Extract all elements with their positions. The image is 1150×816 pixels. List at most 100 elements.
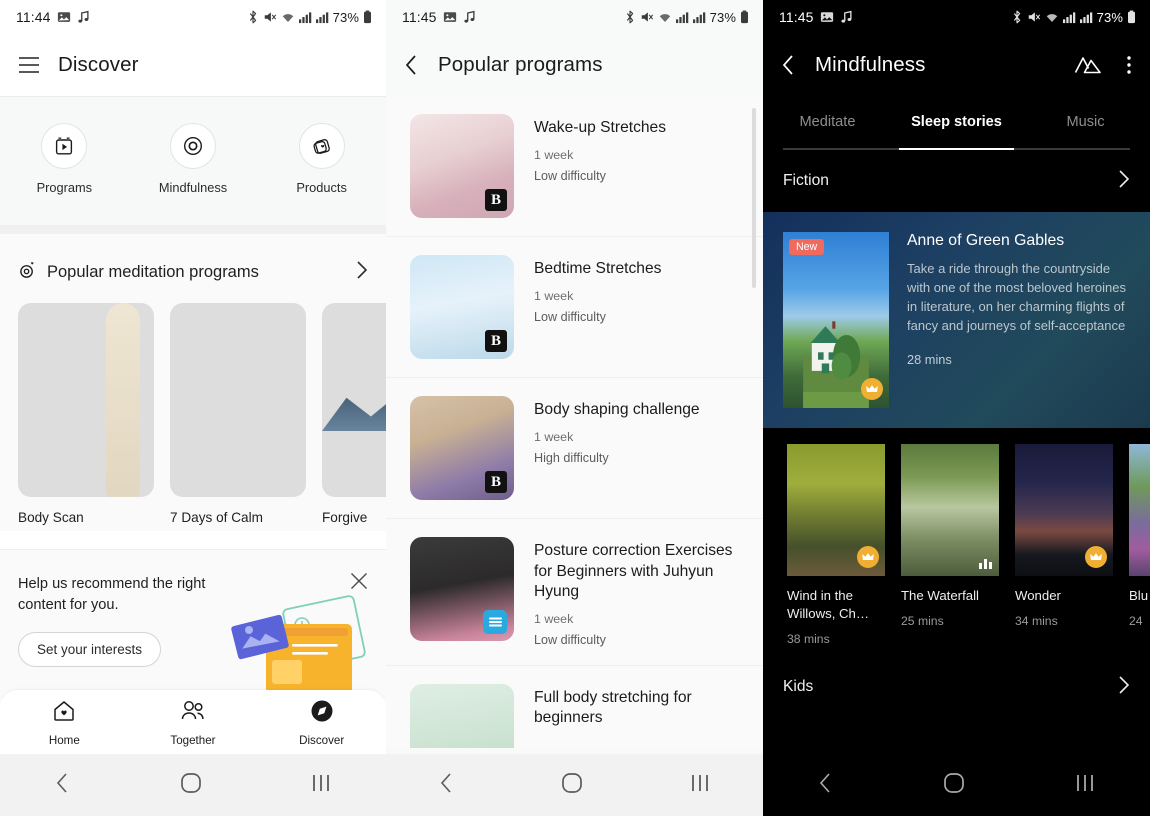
app-bar-mindfulness: Mindfulness bbox=[763, 34, 1150, 96]
screenshot-root: 11:44 73% Discover Programs Mindfulness … bbox=[0, 0, 1150, 816]
chevron-right-icon[interactable] bbox=[1117, 169, 1130, 194]
scrollbar[interactable] bbox=[752, 108, 756, 288]
featured-duration: 28 mins bbox=[907, 351, 952, 367]
section-divider bbox=[0, 225, 386, 234]
program-card[interactable]: 7 Days of Calm bbox=[170, 303, 306, 525]
quick-nav-row: Programs Mindfulness Products bbox=[0, 96, 386, 225]
page-title: Popular programs bbox=[438, 53, 603, 76]
story-grid[interactable]: Wind in the Willows, Ch… 38 mins The Wat… bbox=[763, 428, 1150, 656]
chevron-right-icon[interactable] bbox=[1117, 675, 1130, 700]
crown-icon bbox=[861, 378, 883, 400]
program-list-item[interactable]: Posture correction Exercises for Beginne… bbox=[386, 519, 763, 666]
story-card[interactable]: The Waterfall 25 mins bbox=[901, 444, 999, 646]
story-duration: 24 bbox=[1129, 614, 1143, 629]
program-card[interactable]: Body Scan bbox=[18, 303, 154, 525]
program-list-item[interactable]: Full body stretching for beginners bbox=[386, 666, 763, 748]
bottomnav-item-discover[interactable]: Discover bbox=[272, 698, 372, 747]
banner-illustration bbox=[231, 595, 366, 694]
programs-list[interactable]: B Wake-up Stretches 1 week Low difficult… bbox=[386, 96, 763, 748]
story-card[interactable]: Blu 24 bbox=[1129, 444, 1150, 646]
recents-icon[interactable] bbox=[1075, 772, 1095, 799]
mute-icon bbox=[640, 10, 654, 24]
quicknav-label: Mindfulness bbox=[158, 180, 228, 195]
program-title: Bedtime Stretches bbox=[534, 260, 662, 277]
list-thumbnail bbox=[410, 683, 514, 748]
story-title: The Waterfall bbox=[901, 588, 979, 603]
tab-music[interactable]: Music bbox=[1021, 96, 1150, 148]
video-program-icon bbox=[41, 123, 88, 169]
home-circle-icon[interactable] bbox=[561, 772, 583, 799]
image-icon bbox=[57, 10, 71, 24]
target-heart-icon bbox=[18, 261, 37, 285]
program-list-item[interactable]: B Wake-up Stretches 1 week Low difficult… bbox=[386, 96, 763, 237]
signal-icon bbox=[692, 11, 706, 24]
android-nav-bar-3 bbox=[763, 754, 1150, 816]
program-list-item[interactable]: B Body shaping challenge 1 week High dif… bbox=[386, 378, 763, 519]
section-label: Kids bbox=[783, 678, 814, 696]
mindfulness-tabs[interactable]: Meditate Sleep stories Music bbox=[763, 96, 1150, 148]
page-title: Discover bbox=[58, 53, 139, 76]
program-difficulty: High difficulty bbox=[534, 450, 609, 465]
program-list-item[interactable]: B Bedtime Stretches 1 week Low difficult… bbox=[386, 237, 763, 378]
card-thumbnail bbox=[18, 303, 154, 497]
quicknav-item-mindfulness[interactable]: Mindfulness bbox=[138, 123, 248, 195]
section-header[interactable]: Popular meditation programs bbox=[18, 254, 368, 303]
equalizer-icon bbox=[979, 559, 992, 569]
image-icon bbox=[820, 10, 834, 24]
section-label: Fiction bbox=[783, 172, 829, 189]
story-title: Wind in the Willows, Ch… bbox=[787, 588, 870, 622]
bottomnav-label: Home bbox=[48, 733, 80, 747]
wifi-icon bbox=[658, 11, 672, 24]
section-row-fiction[interactable]: Fiction bbox=[763, 150, 1150, 212]
story-duration: 34 mins bbox=[1015, 614, 1058, 629]
story-card[interactable]: Wind in the Willows, Ch… 38 mins bbox=[787, 444, 885, 646]
new-badge: New bbox=[789, 239, 825, 255]
program-title: Posture correction Exercises for Beginne… bbox=[534, 542, 733, 601]
home-circle-icon[interactable] bbox=[180, 772, 202, 799]
story-title: Blu bbox=[1129, 588, 1149, 603]
status-clock: 11:45 bbox=[779, 9, 814, 25]
back-icon[interactable] bbox=[55, 772, 71, 799]
story-duration: 38 mins bbox=[787, 632, 830, 647]
tab-sleep-stories[interactable]: Sleep stories bbox=[892, 96, 1021, 148]
tab-meditate[interactable]: Meditate bbox=[763, 96, 892, 148]
bluetooth-icon bbox=[1011, 10, 1023, 24]
program-carousel[interactable]: Body Scan 7 Days of Calm Forgive bbox=[18, 303, 386, 531]
recents-icon[interactable] bbox=[690, 772, 710, 799]
program-title: Full body stretching for beginners bbox=[534, 688, 692, 727]
chevron-left-icon[interactable] bbox=[404, 54, 420, 76]
program-difficulty: Low difficulty bbox=[534, 632, 606, 647]
bottom-navigation: Home Together Discover bbox=[0, 690, 386, 754]
bottomnav-item-home[interactable]: Home bbox=[14, 698, 114, 747]
hamburger-menu-icon[interactable] bbox=[18, 56, 40, 74]
story-card[interactable]: Wonder 34 mins bbox=[1015, 444, 1113, 646]
story-thumbnail bbox=[1015, 444, 1113, 576]
back-icon[interactable] bbox=[439, 772, 455, 799]
music-note-icon bbox=[463, 10, 476, 24]
program-duration: 1 week bbox=[534, 288, 574, 303]
featured-description: Take a ride through the countryside with… bbox=[907, 261, 1126, 333]
set-interests-button[interactable]: Set your interests bbox=[18, 632, 162, 668]
featured-title: Anne of Green Gables bbox=[907, 232, 1065, 249]
chevron-right-icon[interactable] bbox=[355, 260, 368, 285]
quicknav-item-products[interactable]: Products bbox=[267, 123, 377, 195]
bottomnav-item-together[interactable]: Together bbox=[143, 698, 243, 747]
app-bar-discover: Discover bbox=[0, 34, 386, 96]
story-thumbnail bbox=[787, 444, 885, 576]
home-circle-icon[interactable] bbox=[943, 772, 965, 799]
recents-icon[interactable] bbox=[311, 772, 331, 799]
status-bar-2: 11:45 73% bbox=[386, 0, 763, 34]
story-duration: 25 mins bbox=[901, 614, 944, 629]
section-row-kids[interactable]: Kids bbox=[763, 656, 1150, 718]
featured-story-card[interactable]: New Anne of Green Gables Take a ride thr… bbox=[763, 212, 1150, 428]
page-title: Mindfulness bbox=[815, 53, 926, 76]
mountain-icon[interactable] bbox=[1074, 54, 1102, 76]
quicknav-label: Products bbox=[296, 180, 347, 195]
chevron-left-icon[interactable] bbox=[781, 54, 797, 76]
program-card[interactable]: Forgive bbox=[322, 303, 386, 525]
back-icon[interactable] bbox=[818, 772, 834, 799]
quicknav-item-programs[interactable]: Programs bbox=[9, 123, 119, 195]
more-vertical-icon[interactable] bbox=[1126, 54, 1132, 76]
card-thumbnail bbox=[322, 303, 386, 497]
wifi-icon bbox=[1045, 11, 1059, 24]
